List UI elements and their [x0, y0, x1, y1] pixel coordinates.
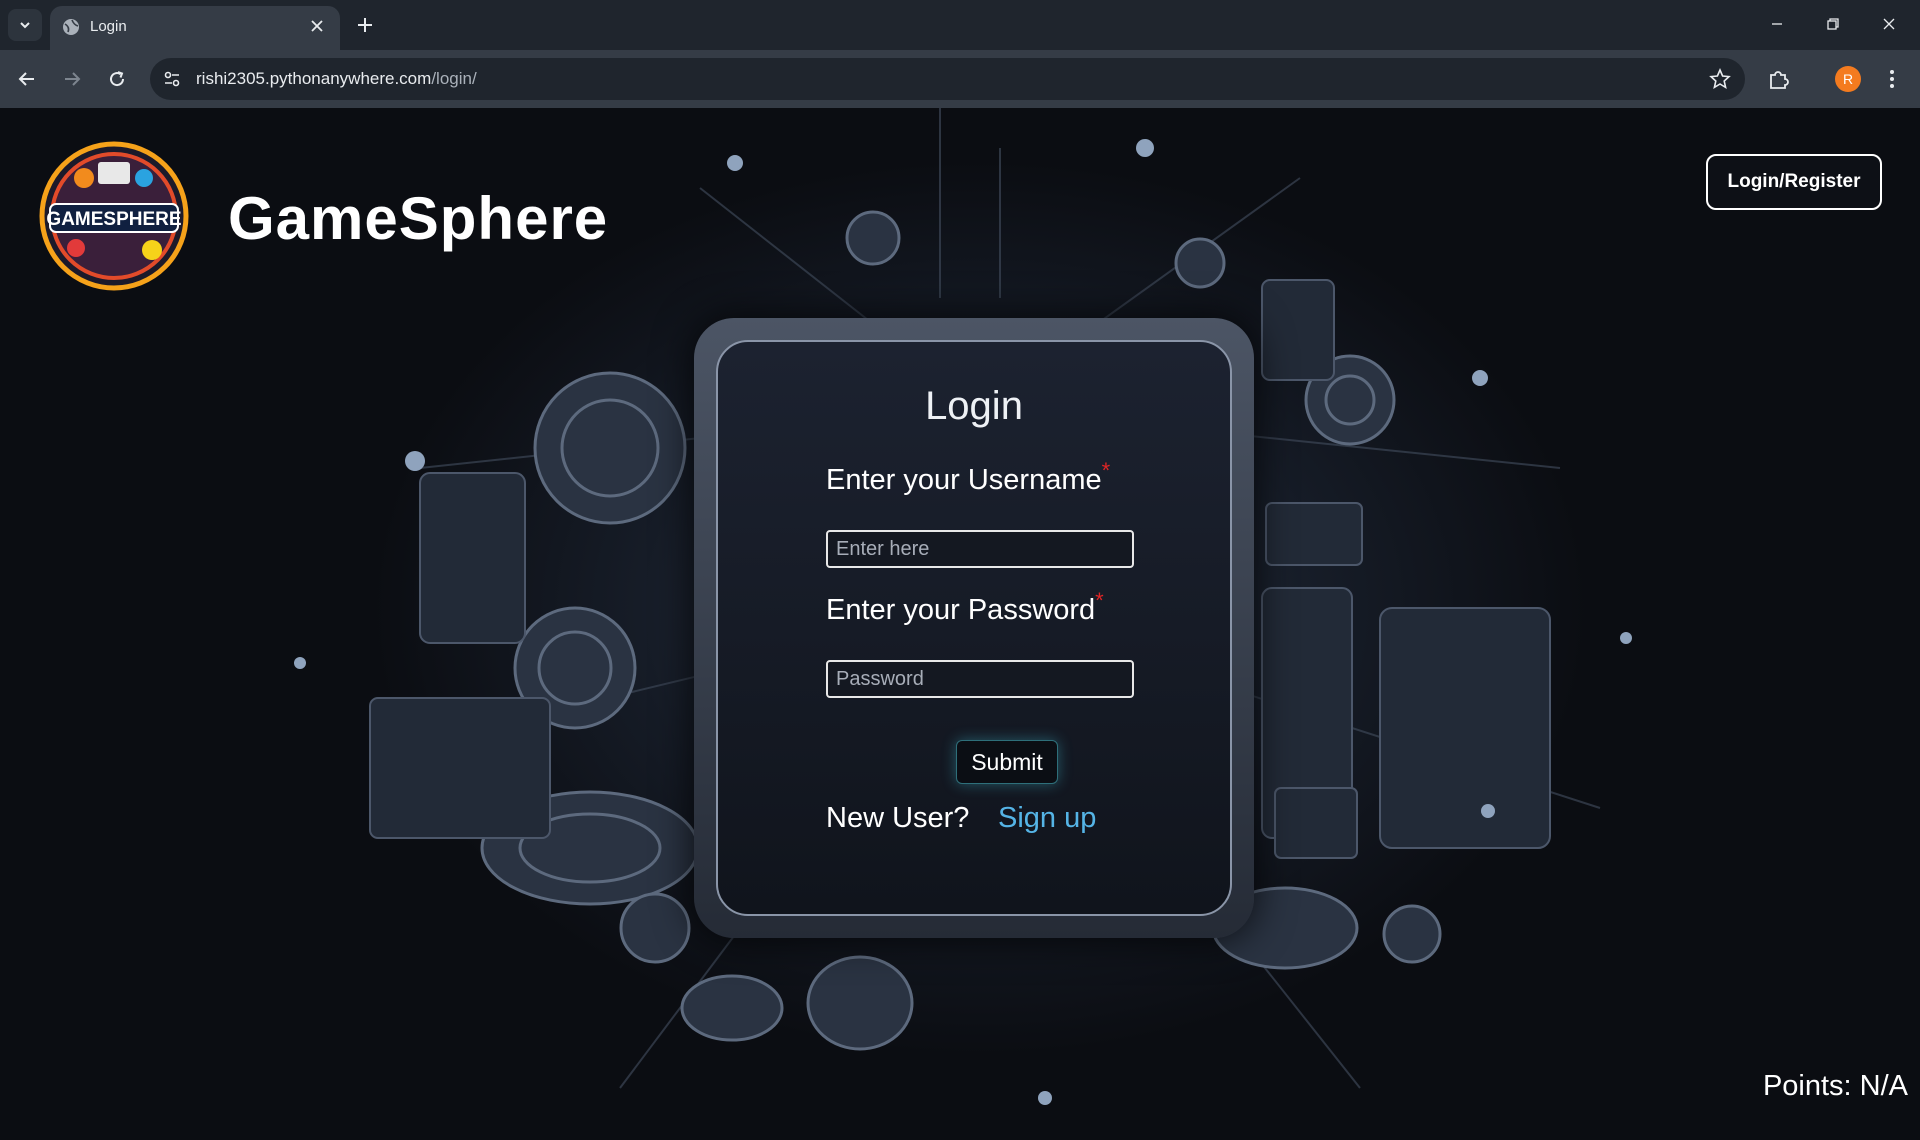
- page-content: GAMESPHERE GameSphere Login/Register Log…: [0, 108, 1920, 1140]
- restore-button[interactable]: [1810, 10, 1856, 38]
- url-host: rishi2305.pythonanywhere.com: [196, 69, 432, 88]
- back-button[interactable]: [12, 64, 42, 94]
- extensions-icon[interactable]: [1766, 66, 1792, 92]
- password-input[interactable]: [826, 660, 1134, 698]
- close-window-button[interactable]: [1866, 10, 1912, 38]
- minimize-button[interactable]: [1754, 10, 1800, 38]
- url-path: /login/: [431, 69, 477, 88]
- login-panel: Login Enter your Username* Enter your Pa…: [716, 340, 1232, 916]
- required-marker: *: [1101, 458, 1111, 483]
- minimize-icon: [1772, 23, 1782, 25]
- password-label: Enter your Password*: [826, 588, 1104, 627]
- reload-icon: [110, 71, 125, 87]
- tab-title: Login: [90, 18, 127, 35]
- password-label-text: Enter your Password: [826, 594, 1096, 626]
- star-icon[interactable]: [1709, 68, 1731, 90]
- login-heading: Login: [925, 384, 1023, 428]
- close-icon[interactable]: [308, 17, 326, 35]
- username-label-text: Enter your Username: [826, 464, 1102, 496]
- new-tab-button[interactable]: [352, 12, 378, 38]
- tab-search-button[interactable]: [8, 9, 42, 41]
- username-label: Enter your Username*: [826, 458, 1110, 497]
- arrow-right-icon: [65, 72, 81, 86]
- plus-icon: [358, 18, 372, 32]
- required-marker: *: [1095, 588, 1104, 613]
- points-display: Points: N/A: [1762, 1070, 1908, 1102]
- address-bar[interactable]: rishi2305.pythonanywhere.com/login/: [150, 58, 1745, 100]
- arrow-left-icon: [18, 72, 34, 86]
- globe-icon: [63, 19, 79, 35]
- username-input[interactable]: [826, 530, 1134, 568]
- forward-button[interactable]: [57, 64, 87, 94]
- site-info-icon[interactable]: [162, 69, 182, 89]
- close-icon: [1883, 18, 1895, 30]
- more-vertical-icon: [1890, 70, 1894, 88]
- browser-tabstrip: Login: [0, 0, 1920, 50]
- login-panel-frame: Login Enter your Username* Enter your Pa…: [694, 318, 1254, 938]
- browser-menu-button[interactable]: [1882, 66, 1902, 92]
- login-register-button[interactable]: Login/Register: [1706, 154, 1882, 210]
- url-text: rishi2305.pythonanywhere.com/login/: [196, 69, 477, 89]
- new-user-text: New User?: [826, 802, 970, 834]
- submit-button[interactable]: Submit: [956, 740, 1058, 784]
- site-title: GameSphere: [228, 185, 609, 252]
- reload-button[interactable]: [102, 64, 132, 94]
- gamesphere-logo: GAMESPHERE: [39, 141, 189, 291]
- browser-tab-login[interactable]: Login: [50, 6, 340, 50]
- signup-link[interactable]: Sign up: [998, 802, 1096, 835]
- chevron-down-icon: [20, 22, 30, 29]
- profile-avatar[interactable]: R: [1835, 66, 1861, 92]
- restore-icon: [1827, 18, 1839, 30]
- logo-text: GAMESPHERE: [46, 209, 181, 230]
- browser-toolbar: rishi2305.pythonanywhere.com/login/ R: [0, 50, 1920, 108]
